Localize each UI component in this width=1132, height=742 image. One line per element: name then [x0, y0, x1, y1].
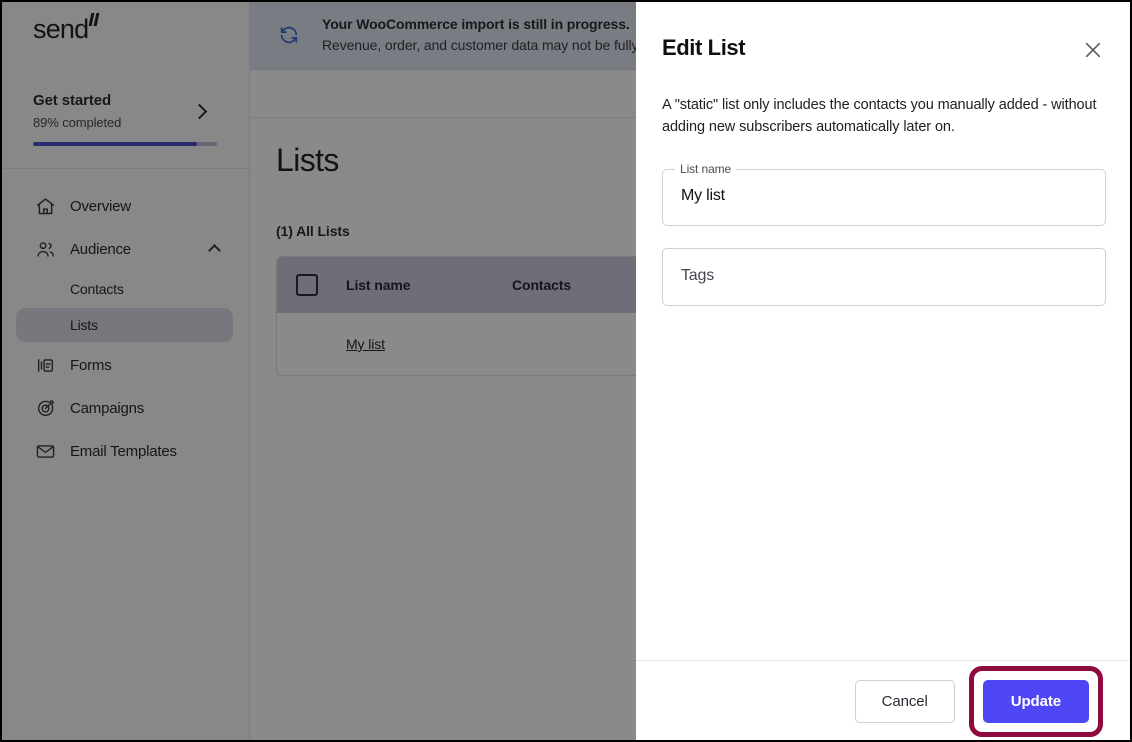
- list-name-field[interactable]: List name: [662, 161, 1106, 226]
- edit-list-modal: Edit List A "static" list only includes …: [636, 0, 1132, 742]
- tags-field[interactable]: [662, 247, 1106, 306]
- list-name-legend: List name: [675, 161, 737, 176]
- app-root: send Get started 89% completed Ov: [0, 0, 1132, 742]
- modal-header: Edit List: [636, 0, 1132, 63]
- close-icon[interactable]: [1080, 37, 1106, 63]
- update-button[interactable]: Update: [982, 680, 1089, 723]
- modal-body: A "static" list only includes the contac…: [636, 63, 1132, 660]
- update-button-highlight: Update: [968, 666, 1103, 737]
- modal-footer: Cancel Update: [636, 660, 1132, 742]
- modal-title: Edit List: [662, 35, 746, 60]
- list-name-input[interactable]: [681, 186, 1081, 205]
- cancel-button[interactable]: Cancel: [854, 680, 955, 723]
- tags-input[interactable]: [681, 266, 1081, 285]
- modal-description: A "static" list only includes the contac…: [662, 97, 1097, 136]
